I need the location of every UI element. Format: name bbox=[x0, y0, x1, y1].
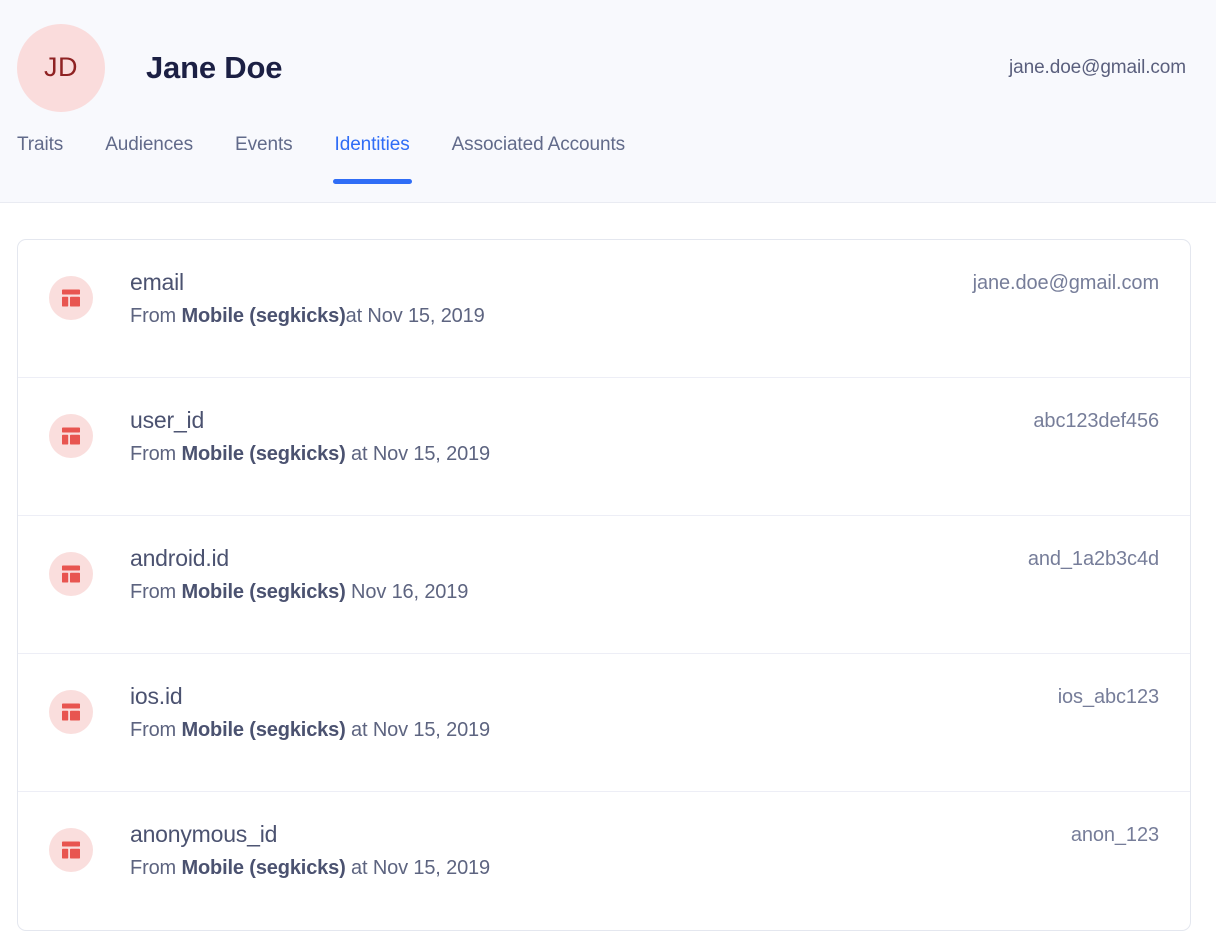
identity-type: android.id bbox=[130, 544, 1008, 573]
identity-source: From Mobile (segkicks) at Nov 15, 2019 bbox=[130, 855, 1051, 881]
layout-icon bbox=[49, 276, 93, 320]
list-item[interactable]: email From Mobile (segkicks)at Nov 15, 2… bbox=[18, 240, 1190, 378]
list-item-body: user_id From Mobile (segkicks) at Nov 15… bbox=[130, 406, 1013, 467]
tab-associated-accounts[interactable]: Associated Accounts bbox=[452, 134, 649, 156]
source-prefix: From bbox=[130, 719, 181, 741]
list-item-body: android.id From Mobile (segkicks) Nov 16… bbox=[130, 544, 1008, 605]
page-title: Jane Doe bbox=[146, 52, 282, 83]
source-name: Mobile (segkicks) bbox=[181, 719, 345, 741]
identity-type: anonymous_id bbox=[130, 820, 1051, 849]
list-item[interactable]: anonymous_id From Mobile (segkicks) at N… bbox=[18, 792, 1190, 930]
identity-value: and_1a2b3c4d bbox=[1028, 544, 1159, 571]
profile-header: JD Jane Doe jane.doe@gmail.com Traits Au… bbox=[0, 0, 1216, 203]
list-item-body: email From Mobile (segkicks)at Nov 15, 2… bbox=[130, 268, 953, 329]
identity-source: From Mobile (segkicks)at Nov 15, 2019 bbox=[130, 303, 953, 329]
identity-value: anon_123 bbox=[1071, 820, 1159, 847]
identity-value: abc123def456 bbox=[1033, 406, 1159, 433]
layout-icon bbox=[49, 828, 93, 872]
source-timestamp: Nov 16, 2019 bbox=[346, 581, 469, 603]
source-timestamp: at Nov 15, 2019 bbox=[346, 719, 490, 741]
identity-value: jane.doe@gmail.com bbox=[973, 268, 1159, 295]
tab-events[interactable]: Events bbox=[235, 134, 317, 156]
avatar-initials: JD bbox=[44, 52, 78, 83]
source-name: Mobile (segkicks) bbox=[181, 305, 345, 327]
identity-source: From Mobile (segkicks) at Nov 15, 2019 bbox=[130, 441, 1013, 467]
identity-value: ios_abc123 bbox=[1058, 682, 1159, 709]
tab-bar: Traits Audiences Events Identities Assoc… bbox=[0, 134, 1216, 204]
list-item[interactable]: user_id From Mobile (segkicks) at Nov 15… bbox=[18, 378, 1190, 516]
source-prefix: From bbox=[130, 581, 181, 603]
source-name: Mobile (segkicks) bbox=[181, 443, 345, 465]
list-item-body: anonymous_id From Mobile (segkicks) at N… bbox=[130, 820, 1051, 881]
identity-type: user_id bbox=[130, 406, 1013, 435]
source-prefix: From bbox=[130, 857, 181, 879]
layout-icon bbox=[49, 414, 93, 458]
layout-icon bbox=[49, 690, 93, 734]
source-timestamp: at Nov 15, 2019 bbox=[346, 443, 490, 465]
identity-type: email bbox=[130, 268, 953, 297]
source-timestamp: at Nov 15, 2019 bbox=[346, 857, 490, 879]
source-name: Mobile (segkicks) bbox=[181, 581, 345, 603]
identity-source: From Mobile (segkicks) Nov 16, 2019 bbox=[130, 579, 1008, 605]
tab-audiences[interactable]: Audiences bbox=[105, 134, 217, 156]
source-prefix: From bbox=[130, 443, 181, 465]
tab-identities[interactable]: Identities bbox=[335, 134, 434, 156]
tab-traits[interactable]: Traits bbox=[17, 134, 87, 156]
layout-icon bbox=[49, 552, 93, 596]
list-item[interactable]: ios.id From Mobile (segkicks) at Nov 15,… bbox=[18, 654, 1190, 792]
profile-summary: JD Jane Doe jane.doe@gmail.com bbox=[0, 0, 1216, 110]
profile-email: jane.doe@gmail.com bbox=[1009, 57, 1186, 79]
identities-list: email From Mobile (segkicks)at Nov 15, 2… bbox=[17, 239, 1191, 931]
identity-source: From Mobile (segkicks) at Nov 15, 2019 bbox=[130, 717, 1038, 743]
source-name: Mobile (segkicks) bbox=[181, 857, 345, 879]
list-item-body: ios.id From Mobile (segkicks) at Nov 15,… bbox=[130, 682, 1038, 743]
identity-type: ios.id bbox=[130, 682, 1038, 711]
source-prefix: From bbox=[130, 305, 181, 327]
avatar: JD bbox=[17, 24, 105, 112]
source-timestamp: at Nov 15, 2019 bbox=[346, 305, 485, 327]
list-item[interactable]: android.id From Mobile (segkicks) Nov 16… bbox=[18, 516, 1190, 654]
